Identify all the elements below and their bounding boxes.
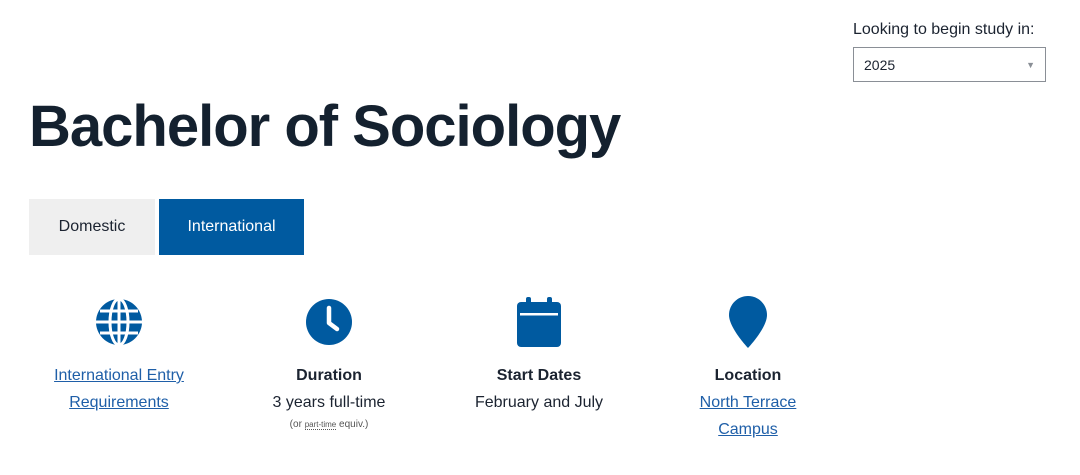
start-dates-heading: Start Dates xyxy=(496,367,582,384)
duration-note-prefix: (or xyxy=(289,419,302,430)
fact-entry-requirements: International Entry Requirements xyxy=(19,296,219,416)
entry-requirements-link-line1: International Entry xyxy=(54,367,184,384)
duration-note-suffix: equiv.) xyxy=(339,419,369,430)
chevron-down-icon: ▼ xyxy=(1026,59,1035,70)
globe-icon xyxy=(19,296,219,348)
location-link-line2: Campus xyxy=(718,421,778,438)
page-title: Bachelor of Sociology xyxy=(29,94,621,159)
intake-year-label: Looking to begin study in: xyxy=(853,21,1035,38)
duration-value: 3 years full-time xyxy=(272,394,386,411)
map-pin-icon xyxy=(648,296,848,348)
tab-international[interactable]: International xyxy=(159,199,304,255)
location-link-line1: North Terrace xyxy=(699,394,797,411)
intake-year-selector: Looking to begin study in: 2025 ▼ xyxy=(853,20,1046,82)
tab-domestic[interactable]: Domestic xyxy=(29,199,155,255)
clock-icon xyxy=(229,296,429,348)
location-heading: Location xyxy=(714,367,782,384)
fact-location: Location North Terrace Campus xyxy=(648,296,848,443)
fact-duration: Duration 3 years full-time (or part-time… xyxy=(229,296,429,432)
entry-requirements-link-line2: Requirements xyxy=(69,394,169,411)
location-link[interactable]: North Terrace Campus xyxy=(648,389,848,443)
intake-year-dropdown[interactable]: 2025 ▼ xyxy=(853,47,1046,82)
key-facts: International Entry Requirements Duratio… xyxy=(29,296,849,446)
entry-requirements-link[interactable]: International Entry Requirements xyxy=(19,362,219,416)
calendar-icon xyxy=(439,296,639,348)
duration-note: (or part-time equiv.) xyxy=(229,418,429,432)
student-type-tabs: Domestic International xyxy=(29,199,304,255)
duration-heading: Duration xyxy=(296,367,362,384)
fact-start-dates: Start Dates February and July xyxy=(439,296,639,416)
intake-year-value: 2025 xyxy=(864,56,896,73)
start-dates-value: February and July xyxy=(474,394,604,411)
part-time-abbr[interactable]: part-time xyxy=(304,420,337,430)
